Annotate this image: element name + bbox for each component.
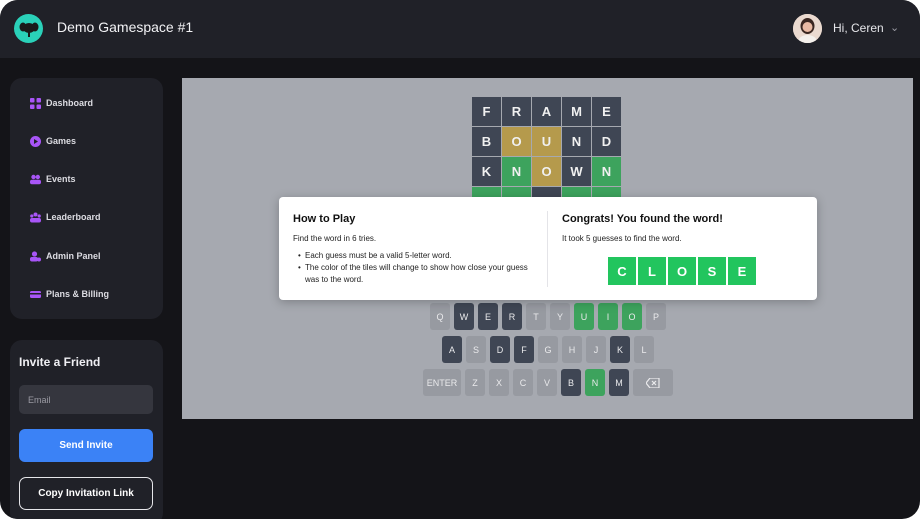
sidebar-item-label: Admin Panel: [46, 251, 101, 261]
key-h[interactable]: H: [562, 336, 582, 363]
key-g[interactable]: G: [538, 336, 558, 363]
billing-icon: [30, 290, 41, 298]
invite-title: Invite a Friend: [19, 355, 101, 369]
play-icon: [30, 135, 41, 147]
sidebar-item-plans-billing[interactable]: Plans & Billing: [30, 285, 109, 303]
backspace-key[interactable]: [633, 369, 673, 396]
board-tile: N: [562, 127, 591, 156]
sidebar-item-admin-panel[interactable]: Admin Panel: [30, 247, 101, 265]
key-z[interactable]: Z: [465, 369, 485, 396]
board-tile: W: [562, 157, 591, 186]
answer-tile: S: [698, 257, 726, 285]
answer-tile: O: [668, 257, 696, 285]
board-tile: F: [472, 97, 501, 126]
key-d[interactable]: D: [490, 336, 510, 363]
board-tile: M: [562, 97, 591, 126]
rule-item: • Each guess must be a valid 5-letter wor…: [298, 251, 452, 260]
top-bar: Demo Gamespace #1 Hi, Ceren ⌄: [0, 0, 920, 58]
admin-icon: [30, 250, 41, 261]
board-tile: O: [532, 157, 561, 186]
rule-item: • The color of the tiles will change to s…: [298, 263, 528, 284]
key-a[interactable]: A: [442, 336, 462, 363]
answer-tile: C: [608, 257, 636, 285]
sidebar-item-events[interactable]: Events: [30, 170, 76, 188]
congrats-text: It took 5 guesses to find the word.: [562, 234, 682, 243]
key-y[interactable]: Y: [550, 303, 570, 330]
sidebar-item-games[interactable]: Games: [30, 132, 76, 150]
sidebar-item-dashboard[interactable]: Dashboard: [30, 94, 93, 112]
key-s[interactable]: S: [466, 336, 486, 363]
board-tile: E: [592, 97, 621, 126]
user-avatar[interactable]: [793, 14, 822, 43]
key-e[interactable]: E: [478, 303, 498, 330]
board-tile: N: [502, 157, 531, 186]
sidebar-item-leaderboard[interactable]: Leaderboard: [30, 208, 101, 226]
sidebar: Dashboard Games Events Leaderboard Admin…: [10, 78, 163, 319]
answer-tile: L: [638, 257, 666, 285]
congrats-title: Congrats! You found the word!: [562, 213, 723, 225]
sidebar-item-label: Leaderboard: [46, 212, 101, 222]
send-invite-button[interactable]: Send Invite: [19, 429, 153, 462]
modal-divider: [547, 211, 548, 287]
key-q[interactable]: Q: [430, 303, 450, 330]
key-x[interactable]: X: [489, 369, 509, 396]
sidebar-item-label: Events: [46, 174, 76, 184]
people-icon: [30, 174, 41, 184]
key-i[interactable]: I: [598, 303, 618, 330]
board-tile: B: [472, 127, 501, 156]
chevron-down-icon[interactable]: ⌄: [890, 21, 899, 34]
key-o[interactable]: O: [622, 303, 642, 330]
enter-key[interactable]: ENTER: [423, 369, 461, 396]
key-c[interactable]: C: [513, 369, 533, 396]
answer-tile: E: [728, 257, 756, 285]
email-input[interactable]: [19, 385, 153, 414]
key-t[interactable]: T: [526, 303, 546, 330]
app-window: Demo Gamespace #1 Hi, Ceren ⌄ Dashboard …: [0, 0, 920, 519]
board-tile: U: [532, 127, 561, 156]
backspace-icon: [646, 377, 660, 388]
board-tile: R: [502, 97, 531, 126]
result-modal: How to Play Find the word in 6 tries. • E…: [279, 197, 817, 300]
sidebar-item-label: Plans & Billing: [46, 289, 110, 299]
key-u[interactable]: U: [574, 303, 594, 330]
invite-panel: Invite a Friend Send Invite Copy Invitat…: [10, 340, 163, 519]
how-to-play-intro: Find the word in 6 tries.: [293, 234, 377, 243]
how-to-play-title: How to Play: [293, 213, 356, 225]
key-f[interactable]: F: [514, 336, 534, 363]
key-b[interactable]: B: [561, 369, 581, 396]
workspace-title: Demo Gamespace #1: [57, 19, 194, 35]
elephant-logo-icon[interactable]: [14, 14, 43, 43]
sidebar-item-label: Dashboard: [46, 98, 94, 108]
board-tile: D: [592, 127, 621, 156]
key-j[interactable]: J: [586, 336, 606, 363]
key-p[interactable]: P: [646, 303, 666, 330]
team-icon: [30, 212, 41, 222]
key-w[interactable]: W: [454, 303, 474, 330]
board-tile: A: [532, 97, 561, 126]
key-l[interactable]: L: [634, 336, 654, 363]
key-r[interactable]: R: [502, 303, 522, 330]
board-tile: O: [502, 127, 531, 156]
dashboard-icon: [30, 97, 41, 109]
key-m[interactable]: M: [609, 369, 629, 396]
key-k[interactable]: K: [610, 336, 630, 363]
key-n[interactable]: N: [585, 369, 605, 396]
sidebar-item-label: Games: [46, 136, 77, 146]
copy-invitation-link-button[interactable]: Copy Invitation Link: [19, 477, 153, 510]
user-greeting[interactable]: Hi, Ceren: [833, 21, 884, 35]
board-tile: N: [592, 157, 621, 186]
key-v[interactable]: V: [537, 369, 557, 396]
board-tile: K: [472, 157, 501, 186]
